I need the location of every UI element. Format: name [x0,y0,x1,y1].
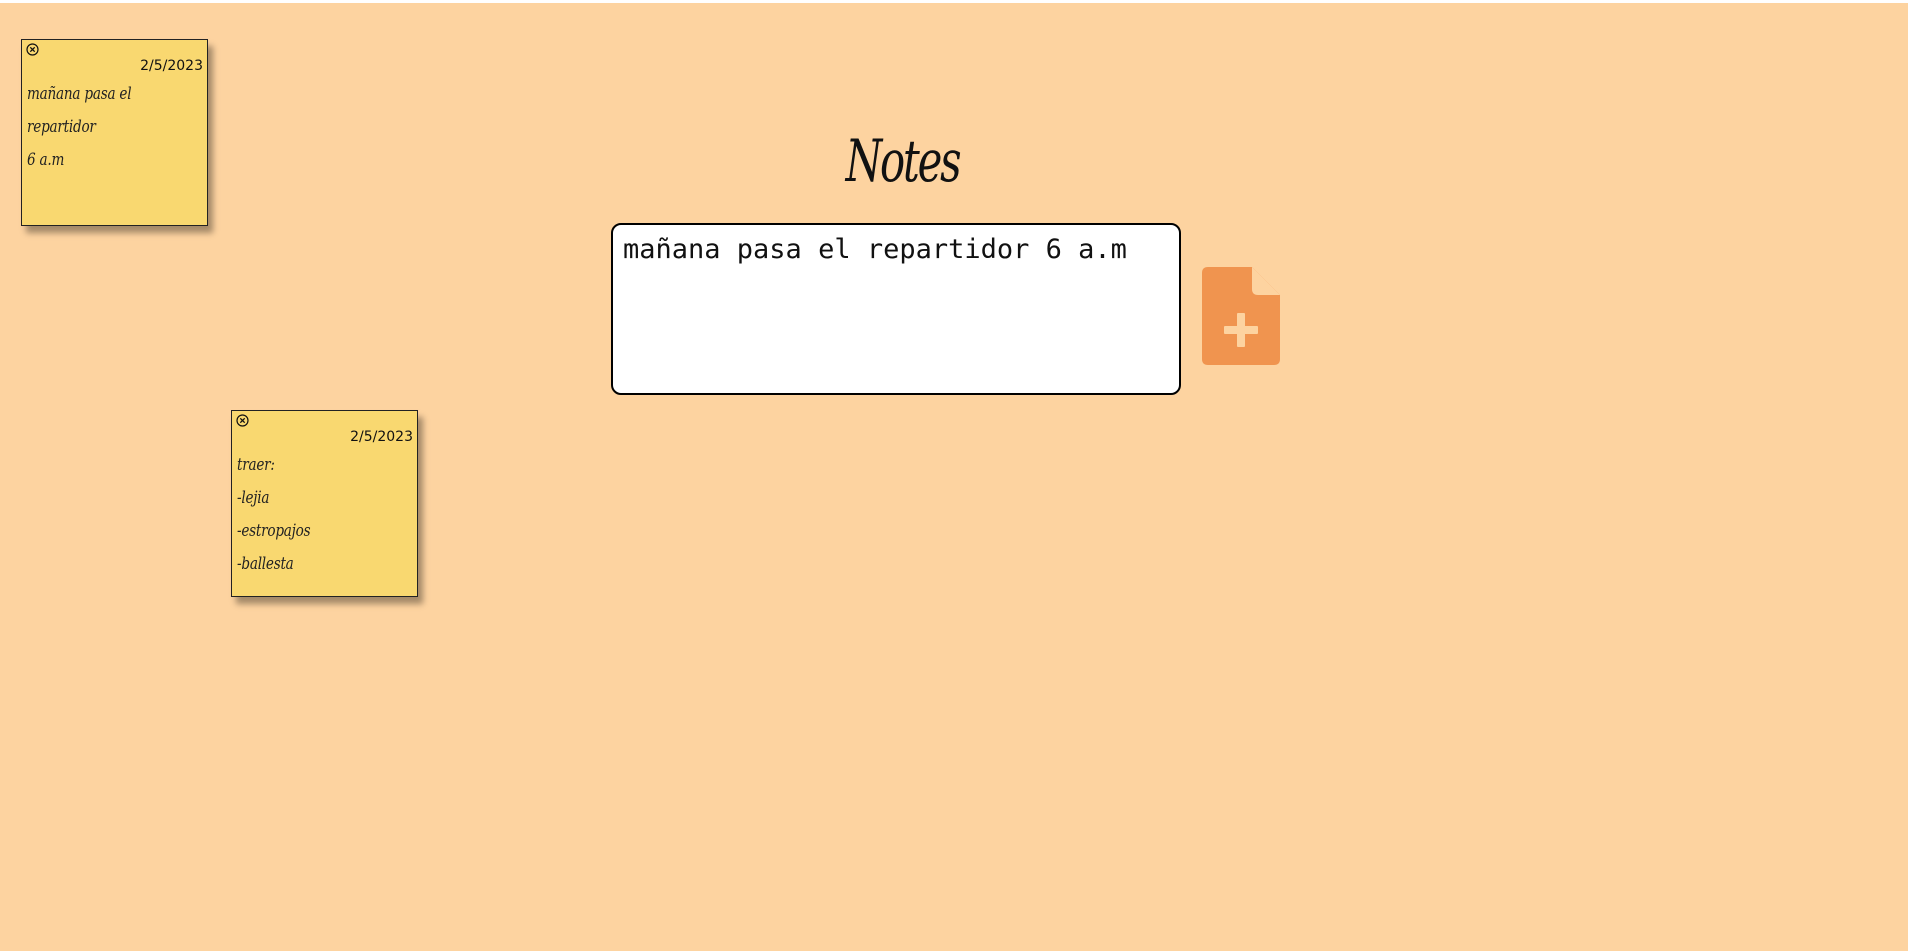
sticky-note[interactable]: 2/5/2023 mañana pasa el repartidor 6 a.m [21,39,208,226]
sticky-note[interactable]: 2/5/2023 traer: -lejia -estropajos -ball… [231,410,418,597]
file-add-icon[interactable] [1202,267,1280,365]
note-text[interactable]: traer: -lejia -estropajos -ballesta [237,449,413,581]
close-circle-icon[interactable] [236,414,249,427]
top-strip [0,0,1908,3]
page-title: Notes [845,127,962,195]
note-date: 2/5/2023 [140,58,203,74]
note-date: 2/5/2023 [350,429,413,445]
note-input[interactable]: mañana pasa el repartidor 6 a.m [611,223,1181,395]
close-circle-icon[interactable] [26,43,39,56]
note-text[interactable]: mañana pasa el repartidor 6 a.m [27,78,203,177]
